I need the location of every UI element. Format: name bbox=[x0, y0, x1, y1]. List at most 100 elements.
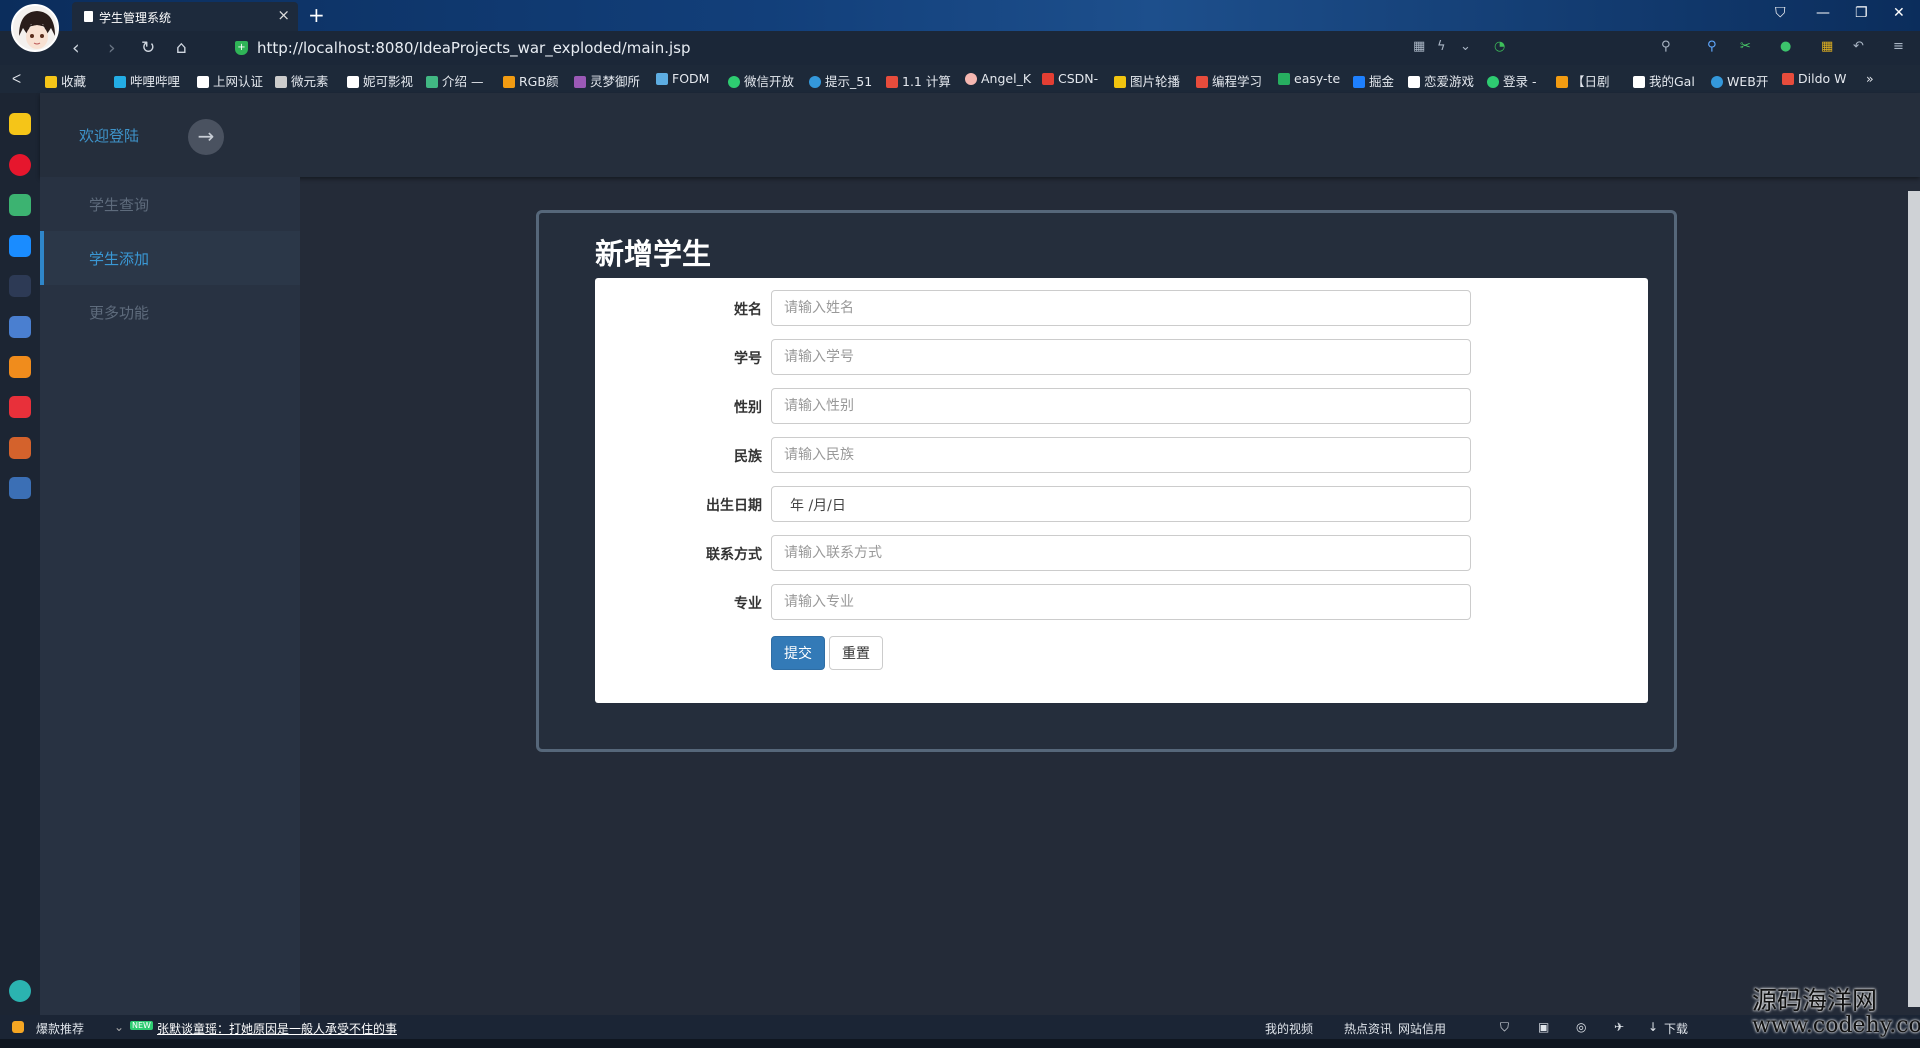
form-row-name: 姓名 bbox=[595, 290, 1648, 326]
forward-icon[interactable]: › bbox=[108, 37, 116, 59]
bookmark-item[interactable]: 上网认证 bbox=[197, 71, 263, 90]
address-bar-row: ‹ › ↻ ⌂ + http://localhost:8080/IdeaProj… bbox=[0, 31, 1920, 65]
novel-icon[interactable] bbox=[9, 356, 31, 378]
bookmark-item[interactable]: 登录 - bbox=[1487, 71, 1536, 90]
shield-icon[interactable]: ⛉ bbox=[1500, 1020, 1509, 1035]
menu-item-more[interactable]: 更多功能 bbox=[40, 285, 300, 339]
close-window-icon[interactable]: ✕ bbox=[1893, 5, 1905, 21]
bookmark-item[interactable]: 编程学习 bbox=[1196, 71, 1262, 90]
bookmark-item[interactable]: 介绍 — bbox=[426, 71, 483, 90]
speed-icon[interactable]: ◎ bbox=[1576, 1020, 1586, 1034]
bookmark-item[interactable]: 妮可影视 bbox=[347, 71, 413, 90]
hot-icon bbox=[12, 1021, 24, 1033]
bookmark-item[interactable]: CSDN- bbox=[1042, 71, 1098, 86]
p-app-icon[interactable] bbox=[9, 235, 31, 257]
student-id-input[interactable] bbox=[771, 339, 1471, 375]
page: 欢迎登陆 → 学生查询 学生添加 更多功能 新增学生 姓名 学号 性别 bbox=[40, 93, 1920, 1015]
browser-sidebar bbox=[0, 93, 40, 1015]
bookmark-item[interactable]: 微元素 bbox=[275, 71, 329, 90]
status-item[interactable]: 下载 bbox=[1664, 1020, 1688, 1037]
submit-button[interactable]: 提交 bbox=[771, 636, 825, 670]
url-text[interactable]: http://localhost:8080/IdeaProjects_war_e… bbox=[257, 39, 690, 57]
bookmark-item[interactable]: 【日剧 bbox=[1556, 71, 1610, 90]
status-item[interactable]: 热点资讯 bbox=[1344, 1020, 1392, 1037]
menu-item-label: 学生添加 bbox=[89, 250, 150, 268]
bookmark-item[interactable]: 1.1 计算 bbox=[886, 71, 951, 90]
add-app-icon[interactable] bbox=[9, 980, 31, 1002]
side-menu: 学生查询 学生添加 更多功能 bbox=[40, 177, 300, 1015]
menu-icon[interactable]: ≡ bbox=[1893, 39, 1904, 54]
arrow-right-icon[interactable]: → bbox=[188, 119, 224, 155]
download-icon[interactable]: ↓ bbox=[1648, 1020, 1658, 1034]
bookmark-item[interactable]: 提示_51 bbox=[809, 71, 872, 90]
chevron-down-icon[interactable]: ⌄ bbox=[1460, 39, 1471, 54]
add-student-form: 姓名 学号 性别 民族 出生日期 年 /月/日 联系 bbox=[595, 278, 1648, 703]
tab-close-icon[interactable]: × bbox=[277, 6, 290, 24]
bookmark-item[interactable]: 灵梦御所 bbox=[574, 71, 640, 90]
scissors-icon[interactable]: ✂ bbox=[1740, 39, 1751, 54]
ethnicity-input[interactable] bbox=[771, 437, 1471, 473]
back-icon[interactable]: ‹ bbox=[72, 37, 80, 59]
qr-icon[interactable]: ▦ bbox=[1413, 39, 1425, 54]
restore-icon[interactable]: ❐ bbox=[1855, 5, 1868, 21]
major-label: 专业 bbox=[734, 596, 762, 612]
shop-icon[interactable] bbox=[9, 396, 31, 418]
bookmark-item[interactable]: WEB开 bbox=[1711, 71, 1768, 90]
scrollbar[interactable] bbox=[1908, 191, 1920, 1007]
status-item[interactable]: 我的视频 bbox=[1265, 1020, 1313, 1037]
news-icon[interactable] bbox=[9, 275, 31, 297]
pin-icon[interactable]: ✈ bbox=[1614, 1020, 1624, 1034]
menu-item-label: 更多功能 bbox=[89, 304, 150, 322]
bookmark-item[interactable]: Angel_K bbox=[965, 71, 1031, 86]
avatar[interactable] bbox=[11, 4, 59, 52]
menu-item-student-add[interactable]: 学生添加 bbox=[40, 231, 300, 285]
bookmark-item[interactable]: 微信开放 bbox=[728, 71, 794, 90]
status-item[interactable]: 网站信用 bbox=[1398, 1020, 1446, 1037]
more-bookmarks-icon[interactable]: » bbox=[1866, 71, 1874, 86]
sidebar-toggle-icon[interactable]: ᐸ bbox=[12, 71, 21, 86]
menu-item-student-query[interactable]: 学生查询 bbox=[40, 177, 300, 231]
bookmark-item[interactable]: 哔哩哔哩 bbox=[114, 71, 180, 90]
tab-title: 学生管理系统 bbox=[99, 11, 172, 25]
search-engine-icon[interactable]: ◔ bbox=[1494, 39, 1505, 54]
mail-icon[interactable] bbox=[9, 194, 31, 216]
image-icon[interactable]: ▣ bbox=[1538, 1020, 1549, 1034]
bookmark-item[interactable]: 收藏 bbox=[45, 71, 86, 90]
new-tab-button[interactable]: + bbox=[308, 3, 325, 27]
news-link[interactable]: 张默谈童瑶：打她原因是一般人承受不住的事 bbox=[157, 1020, 397, 1037]
favorites-icon[interactable] bbox=[9, 113, 31, 135]
browser-tab[interactable]: 学生管理系统 × bbox=[72, 2, 298, 31]
major-input[interactable] bbox=[771, 584, 1471, 620]
game-icon[interactable] bbox=[9, 437, 31, 459]
birthday-date-input[interactable]: 年 /月/日 bbox=[771, 486, 1471, 522]
magnifier-icon[interactable]: ⚲ bbox=[1707, 39, 1717, 54]
home-icon[interactable]: ⌂ bbox=[176, 38, 187, 58]
status-promo-label[interactable]: 爆款推荐 bbox=[36, 1020, 84, 1037]
bookmark-item[interactable]: 图片轮播 bbox=[1114, 71, 1180, 90]
bookmark-item[interactable]: RGB颜 bbox=[503, 71, 558, 90]
bookmark-item[interactable]: easy-te bbox=[1278, 71, 1340, 86]
form-row-id: 学号 bbox=[595, 339, 1648, 375]
bookmark-item[interactable]: 掘金 bbox=[1353, 71, 1394, 90]
lightning-icon[interactable]: ϟ bbox=[1437, 39, 1446, 54]
chevron-down-icon[interactable]: ⌄ bbox=[114, 1020, 124, 1034]
form-row-ethnicity: 民族 bbox=[595, 437, 1648, 473]
extension-icon[interactable]: ● bbox=[1780, 39, 1791, 54]
apps-icon[interactable]: ▦ bbox=[1821, 39, 1833, 54]
game2-icon[interactable] bbox=[9, 477, 31, 499]
minimize-icon[interactable]: — bbox=[1816, 5, 1830, 21]
contact-input[interactable] bbox=[771, 535, 1471, 571]
reset-button[interactable]: 重置 bbox=[829, 636, 883, 670]
bookmark-item[interactable]: FODM bbox=[656, 71, 709, 86]
bookmark-item[interactable]: 恋爱游戏 bbox=[1408, 71, 1474, 90]
name-input[interactable] bbox=[771, 290, 1471, 326]
reload-icon[interactable]: ↻ bbox=[141, 38, 155, 58]
weibo-icon[interactable] bbox=[9, 154, 31, 176]
gender-input[interactable] bbox=[771, 388, 1471, 424]
search-icon[interactable]: ⚲ bbox=[1661, 39, 1671, 54]
bookmark-item[interactable]: 我的Gal bbox=[1633, 71, 1695, 90]
doc-icon[interactable] bbox=[9, 316, 31, 338]
bookmark-item[interactable]: Dildo W bbox=[1782, 71, 1847, 86]
undo-icon[interactable]: ↶ bbox=[1853, 39, 1864, 54]
shirt-icon[interactable]: ⛉ bbox=[1775, 5, 1786, 21]
